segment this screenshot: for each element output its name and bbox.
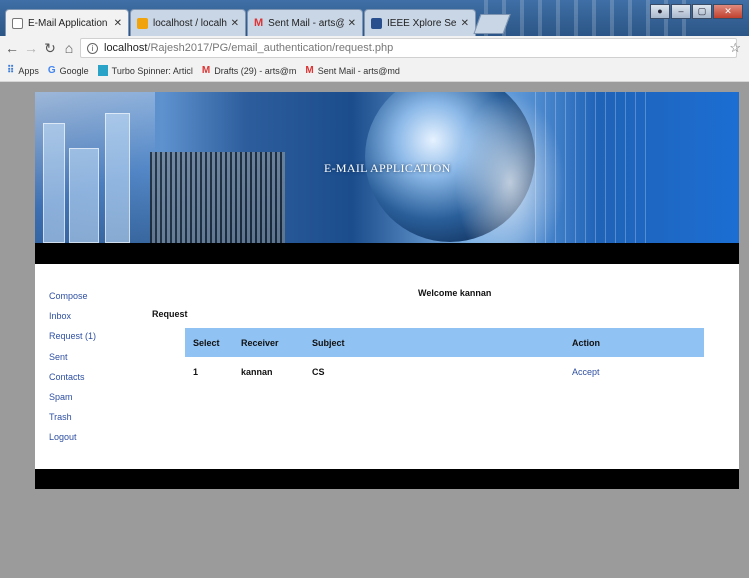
sidebar-item-contacts[interactable]: Contacts: [49, 372, 96, 392]
sidebar-item-sent[interactable]: Sent: [49, 352, 96, 372]
bookmark-label: Sent Mail - arts@md: [317, 65, 400, 76]
table-header-row: Select Receiver Subject Action: [185, 328, 704, 357]
maximize-icon[interactable]: ▢: [692, 4, 712, 19]
tab-title: E-Mail Application: [28, 17, 108, 29]
page-icon: [12, 17, 23, 29]
tab-sent-mail[interactable]: M Sent Mail - arts@mdcen ✕: [247, 9, 363, 36]
url-host: localhost: [104, 42, 148, 54]
google-icon: G: [47, 65, 56, 76]
footer-bar: [35, 469, 739, 489]
tab-title: localhost / localhost / g: [153, 17, 227, 29]
sidebar-item-trash[interactable]: Trash: [49, 412, 96, 432]
bookmark-label: Apps: [18, 65, 39, 76]
section-heading: Request: [152, 309, 188, 319]
forward-arrow-icon[interactable]: →: [24, 40, 38, 56]
info-icon[interactable]: i: [87, 42, 98, 54]
circuit-board-image: [150, 152, 285, 243]
user-icon[interactable]: ●: [650, 4, 670, 19]
reload-icon[interactable]: ↻: [43, 40, 57, 57]
gmail-icon: M: [305, 65, 314, 76]
home-icon[interactable]: ⌂: [62, 40, 76, 56]
column-header-select: Select: [185, 328, 241, 357]
bookmark-label: Turbo Spinner: Articl: [111, 65, 193, 76]
address-bar[interactable]: i localhost/Rajesh2017/PG/email_authenti…: [80, 38, 737, 58]
close-tab-icon[interactable]: ✕: [348, 18, 356, 29]
close-tab-icon[interactable]: ✕: [114, 18, 122, 29]
cell-select: 1: [193, 366, 199, 377]
request-table: Select Receiver Subject Action 1 kannan …: [185, 328, 704, 386]
close-window-icon[interactable]: ✕: [713, 4, 743, 19]
main-content: Welcome kannan Compose Inbox Request (1)…: [35, 264, 739, 469]
phpmyadmin-icon: [137, 17, 148, 29]
browser-toolbar: ← → ↻ ⌂ i localhost/Rajesh2017/PG/email_…: [0, 36, 749, 60]
sidebar-item-inbox[interactable]: Inbox: [49, 311, 96, 331]
ieee-icon: [371, 17, 382, 29]
bookmark-star-icon[interactable]: ☆: [729, 40, 741, 56]
bookmark-google[interactable]: G Google: [48, 65, 89, 76]
close-tab-icon[interactable]: ✕: [461, 18, 469, 29]
close-tab-icon[interactable]: ✕: [231, 18, 239, 29]
welcome-message: Welcome kannan: [418, 288, 492, 298]
email-app-page: E-MAIL APPLICATION Welcome kannan Compos…: [35, 92, 739, 489]
bookmark-apps[interactable]: ⠿ Apps: [7, 65, 39, 76]
bookmark-drafts[interactable]: M Drafts (29) - arts@m: [202, 65, 297, 76]
minimize-icon[interactable]: –: [671, 4, 691, 19]
tab-email-application[interactable]: E-Mail Application ✕: [5, 9, 129, 36]
apps-grid-icon: ⠿: [7, 65, 15, 76]
bookmark-label: Drafts (29) - arts@m: [214, 65, 297, 76]
gmail-icon: M: [254, 16, 264, 29]
sidebar-item-logout[interactable]: Logout: [49, 432, 96, 452]
gmail-icon: M: [201, 65, 211, 76]
tab-title: Sent Mail - arts@mdcen: [268, 17, 344, 29]
header-bar: [35, 243, 739, 264]
cell-subject: CS: [312, 366, 325, 377]
url-path: /Rajesh2017/PG/email_authentication/requ…: [147, 42, 394, 54]
column-header-receiver: Receiver: [241, 328, 312, 357]
back-arrow-icon[interactable]: ←: [5, 40, 19, 56]
column-header-subject: Subject: [312, 328, 572, 357]
header-banner: E-MAIL APPLICATION: [35, 92, 739, 243]
bookmarks-bar: ⠿ Apps G Google Turbo Spinner: Articl M …: [0, 60, 749, 82]
sidebar-item-compose[interactable]: Compose: [49, 291, 96, 311]
browser-titlebar: E-Mail Application ✕ localhost / localho…: [0, 0, 749, 36]
app-title: E-MAIL APPLICATION: [324, 161, 451, 175]
sidebar-nav: Compose Inbox Request (1) Sent Contacts …: [49, 291, 96, 453]
cell-receiver: kannan: [241, 366, 273, 377]
bookmark-label: Google: [59, 65, 89, 76]
accept-link[interactable]: Accept: [572, 367, 600, 377]
tab-localhost[interactable]: localhost / localhost / g ✕: [130, 9, 246, 36]
sidebar-item-request[interactable]: Request (1): [49, 331, 96, 351]
window-controls: ● – ▢ ✕: [649, 4, 743, 19]
cell-action: Accept: [572, 357, 704, 386]
sidebar-item-spam[interactable]: Spam: [49, 392, 96, 412]
bookmark-turbo-spinner[interactable]: Turbo Spinner: Articl: [97, 65, 193, 76]
tab-title: IEEE Xplore Search Resu: [387, 17, 457, 29]
tab-ieee-xplore[interactable]: IEEE Xplore Search Resu ✕: [364, 9, 476, 36]
table-row: 1 kannan CS Accept: [185, 357, 704, 386]
turbo-spinner-icon: [97, 65, 108, 76]
bookmark-sent-mail[interactable]: M Sent Mail - arts@md: [305, 65, 400, 76]
column-header-action: Action: [572, 328, 704, 357]
